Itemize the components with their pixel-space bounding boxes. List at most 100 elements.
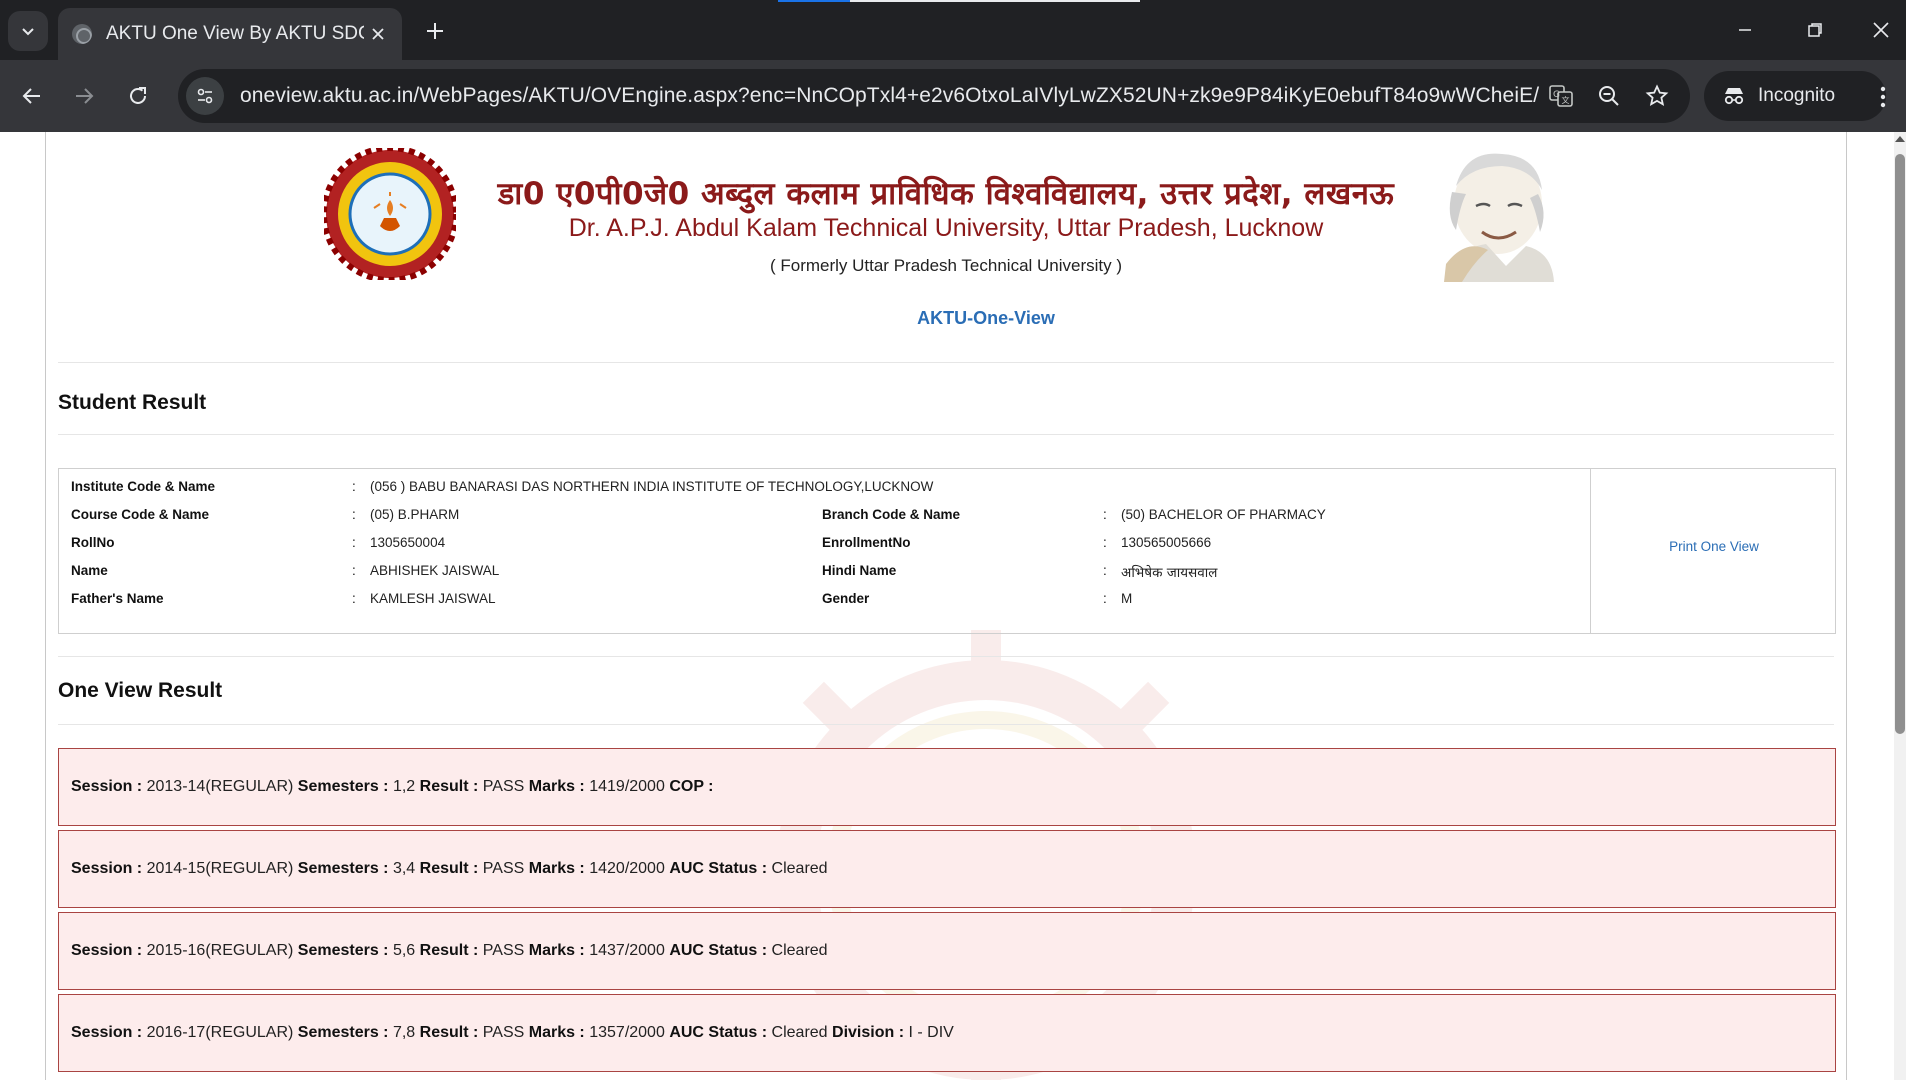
vertical-scrollbar[interactable] [1894,132,1906,1080]
semesters-value: 1,2 [392,778,416,795]
session-value: 2013-14(REGULAR) [146,778,294,795]
new-tab-button[interactable] [418,14,452,48]
gender-value: M [1121,591,1133,606]
scroll-up-arrow[interactable] [1895,136,1905,142]
marks-value: 1357/2000 [589,1024,665,1041]
tab-search-button[interactable] [8,11,48,51]
branch-value: (50) BACHELOR OF PHARMACY [1121,507,1326,522]
session-value: 2015-16(REGULAR) [146,942,294,959]
semesters-label: Semesters : [297,942,389,959]
auc-label: AUC Status : [669,942,768,959]
father-row: Father's Name : KAMLESH JAISWAL Gender :… [59,591,1589,619]
minimize-icon [1739,29,1751,31]
course-row: Course Code & Name : (05) B.PHARM Branch… [59,507,1589,535]
enrollment-label: EnrollmentNo [822,535,911,550]
session-label: Session : [71,1024,143,1041]
semesters-value: 7,8 [392,1024,416,1041]
tab-close-button[interactable] [364,20,392,48]
colon: : [1103,535,1107,550]
auc-value: Cleared [771,860,828,877]
colon: : [352,507,356,522]
course-label: Course Code & Name [71,507,210,522]
arrow-left-icon [22,88,40,104]
minimize-button[interactable] [1720,8,1770,52]
reload-button[interactable] [118,76,158,116]
marks-value: 1437/2000 [589,942,665,959]
portrait-image [1444,153,1554,282]
page-viewport: डा0 ए0पी0जे0 अब्दुल कलाम प्राविधिक विश्व… [0,132,1906,1080]
colon: : [1103,507,1107,522]
auc-label: AUC Status : [669,860,768,877]
back-button[interactable] [12,76,52,116]
semesters-label: Semesters : [297,1024,389,1041]
gender-label: Gender [822,591,870,606]
session-label: Session : [71,860,143,877]
svg-text:文: 文 [1562,95,1570,105]
incognito-icon [1724,88,1744,105]
student-result-title: Student Result [58,391,207,414]
browser-menu-button[interactable] [1868,80,1898,114]
semesters-label: Semesters : [297,778,389,795]
colon: : [1103,591,1107,606]
incognito-indicator[interactable]: Incognito [1704,71,1886,121]
chevron-down-icon [22,28,34,36]
forward-button[interactable] [64,76,104,116]
result-label: Result : [419,778,479,795]
session-card-3: Session : 2015-16(REGULAR) Semesters : 5… [58,912,1836,990]
divider [58,362,1834,363]
divider [58,434,1834,435]
translate-button[interactable]: G文 [1546,81,1576,111]
more-vertical-icon [1880,86,1886,108]
zoom-button[interactable] [1594,81,1624,111]
url-text[interactable]: oneview.aktu.ac.in/WebPages/AKTU/OVEngin… [240,84,1540,108]
course-value: (05) B.PHARM [370,507,460,522]
result-value: PASS [482,860,525,877]
auc-value: Cleared [771,942,828,959]
bookmark-button[interactable] [1642,81,1672,111]
close-window-button[interactable] [1856,8,1906,52]
name-value: ABHISHEK JAISWAL [370,563,500,578]
father-label: Father's Name [71,591,164,606]
session-card-4: Session : 2016-17(REGULAR) Semesters : 7… [58,994,1836,1072]
institute-row: Institute Code & Name : (056 ) BABU BANA… [59,479,1589,507]
colon: : [352,479,356,494]
divider [58,724,1834,725]
university-former-name: ( Formerly Uttar Pradesh Technical Unive… [769,256,1123,275]
page-load-indicator [778,0,1140,2]
address-bar[interactable]: oneview.aktu.ac.in/WebPages/AKTU/OVEngin… [178,69,1690,123]
enrollment-value: 130565005666 [1121,535,1212,550]
plus-icon [427,23,443,39]
student-info-table: Institute Code & Name : (056 ) BABU BANA… [58,468,1836,634]
active-tab[interactable]: AKTU One View By AKTU SDC [58,8,402,60]
result-label: Result : [419,1024,479,1041]
semesters-value: 3,4 [392,860,416,877]
rollno-value: 1305650004 [370,535,446,550]
rollno-row: RollNo : 1305650004 EnrollmentNo : 13056… [59,535,1589,563]
result-value: PASS [482,942,525,959]
arrow-right-icon [76,88,94,104]
close-icon [1873,22,1889,38]
result-value: PASS [482,778,525,795]
browser-tab-bar: AKTU One View By AKTU SDC [0,0,1906,60]
restore-button[interactable] [1790,8,1840,52]
university-title-english: Dr. A.P.J. Abdul Kalam Technical Univers… [568,214,1324,242]
result-label: Result : [419,860,479,877]
hindi-name-label: Hindi Name [822,563,897,578]
tune-icon [197,88,213,104]
page-container: डा0 ए0पी0जे0 अब्दुल कलाम प्राविधिक विश्व… [45,132,1847,1080]
restore-icon [1808,23,1822,37]
one-view-link[interactable]: AKTU-One-View [626,308,1346,329]
zoom-out-icon [1599,86,1619,106]
print-one-view-link[interactable]: Print One View [1591,539,1837,554]
result-value: PASS [482,1024,525,1041]
colon: : [352,535,356,550]
marks-label: Marks : [528,860,585,877]
university-title-hindi: डा0 ए0पी0जे0 अब्दुल कलाम प्राविधिक विश्व… [497,176,1395,212]
marks-value: 1419/2000 [589,778,665,795]
marks-label: Marks : [528,778,585,795]
star-icon [1645,84,1669,106]
site-info-button[interactable] [186,77,224,115]
scrollbar-thumb[interactable] [1895,154,1905,734]
marks-label: Marks : [528,942,585,959]
session-label: Session : [71,942,143,959]
